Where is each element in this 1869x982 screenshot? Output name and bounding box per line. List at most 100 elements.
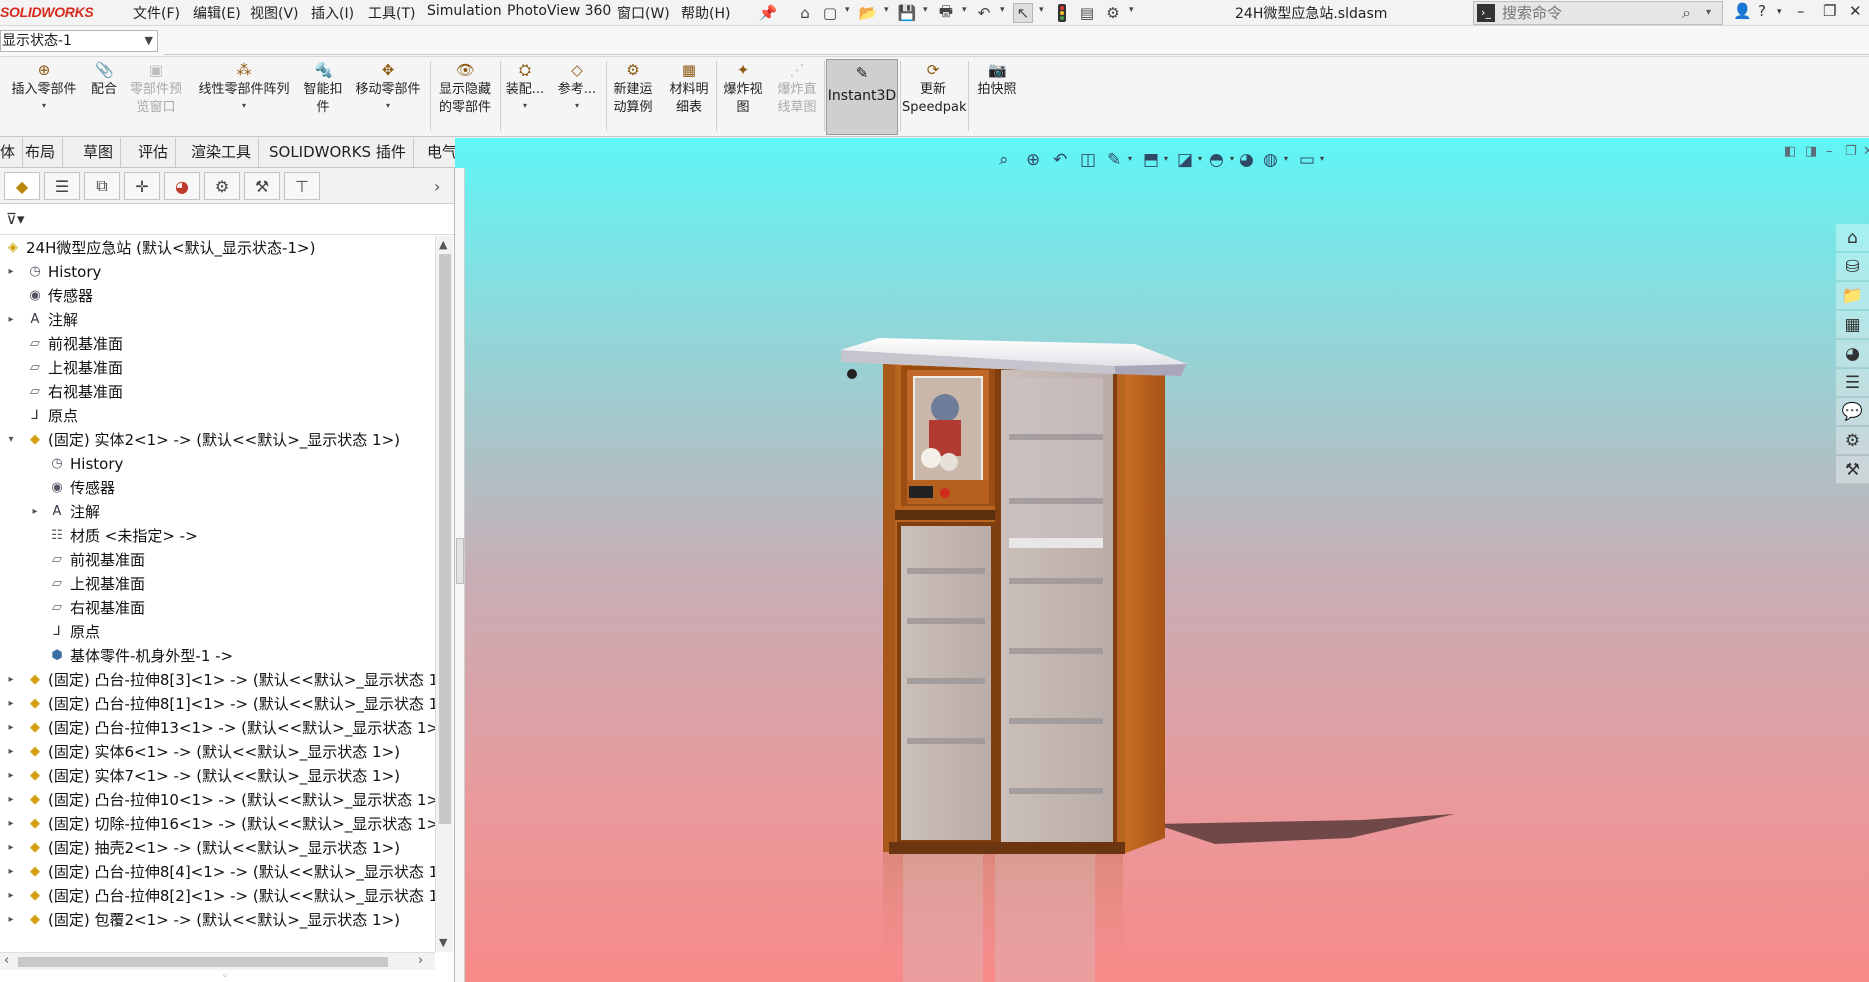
search-icon[interactable]: ⌕ <box>1682 3 1691 23</box>
rebuild-icon[interactable] <box>1052 3 1072 23</box>
scroll-left-icon[interactable]: ‹ <box>4 953 9 968</box>
tree-item[interactable]: ⬢ 基体零件-机身外型-1 -> <box>0 644 435 668</box>
ribbon-button-1[interactable]: 📎 配合 <box>88 61 120 99</box>
chevron-down-icon[interactable]: ▾ <box>1128 154 1132 163</box>
dimxpert-icon[interactable]: ✛ <box>124 172 160 200</box>
expand-arrow-icon[interactable]: ▸ <box>6 884 16 908</box>
file-properties-icon[interactable]: ▤ <box>1077 3 1097 23</box>
expand-arrow-icon[interactable]: ▸ <box>6 260 16 284</box>
viewport-minimize-icon[interactable]: – <box>1826 144 1833 159</box>
forum-icon[interactable]: 💬 <box>1836 398 1869 426</box>
ribbon-button-8[interactable]: ◇ 参考... ▾ <box>552 61 602 111</box>
user-icon[interactable]: 👤 <box>1733 2 1752 20</box>
minimize-icon[interactable]: – <box>1797 2 1805 20</box>
new-document-icon[interactable]: ▢ <box>820 3 840 23</box>
options-dropdown-icon[interactable]: ▾ <box>1129 5 1134 15</box>
section-view-icon[interactable]: ◫ <box>1080 150 1096 170</box>
expand-arrow-icon[interactable]: ▸ <box>30 500 40 524</box>
expand-arrow-icon[interactable]: ▸ <box>6 908 16 932</box>
menu-item-7[interactable]: 窗口(W) <box>617 3 670 23</box>
chevron-down-icon[interactable]: ▾ <box>502 101 548 111</box>
chevron-down-icon[interactable]: ▼ <box>145 31 153 51</box>
splitter-handle[interactable] <box>456 538 464 584</box>
tree-item[interactable]: ▸ ◆ (固定) 包覆2<1> -> (默认<<默认>_显示状态 1>) <box>0 908 435 932</box>
ribbon-button-14[interactable]: ⟳ 更新 Speedpak <box>902 61 967 117</box>
expand-arrow-icon[interactable]: ▸ <box>6 308 16 332</box>
home-icon[interactable]: ⌂ <box>795 3 815 23</box>
design-library-icon[interactable]: ⛁ <box>1836 253 1869 281</box>
tab-4[interactable]: 渲染工具 <box>184 138 260 167</box>
expand-arrow-icon[interactable]: ▸ <box>6 716 16 740</box>
undo-dropdown-icon[interactable]: ▾ <box>1000 5 1005 15</box>
menu-item-0[interactable]: 文件(F) <box>133 3 180 23</box>
ribbon-button-5[interactable]: ✥ 移动零部件 ▾ <box>350 61 426 111</box>
ribbon-button-2[interactable]: ▣ 零部件预 览窗口 <box>126 61 186 117</box>
tab-5[interactable]: SOLIDWORKS 插件 <box>262 138 414 167</box>
undo-icon[interactable]: ↶ <box>974 3 994 23</box>
tab-1[interactable]: 布局 <box>18 138 64 167</box>
scroll-right-icon[interactable]: › <box>418 953 423 968</box>
property-manager-icon[interactable]: ☰ <box>44 172 80 200</box>
feature-manager-icon[interactable]: ◆ <box>4 172 40 200</box>
help-icon[interactable]: ? <box>1758 2 1766 20</box>
expand-arrow-icon[interactable]: ▸ <box>6 668 16 692</box>
tree-item[interactable]: ▱ 右视基准面 <box>0 596 435 620</box>
menu-item-5[interactable]: Simulation <box>427 3 502 19</box>
filter-icon[interactable]: ⊽▾ <box>6 210 25 228</box>
panel-splitter[interactable] <box>455 168 465 982</box>
cam-operation-icon[interactable]: ⚒ <box>244 172 280 200</box>
tree-item[interactable]: ▸ ◆ (固定) 实体6<1> -> (默认<<默认>_显示状态 1>) <box>0 740 435 764</box>
menu-item-6[interactable]: PhotoView 360 <box>507 3 611 19</box>
hide-show-items-icon[interactable]: ◓ <box>1209 150 1224 170</box>
tree-item[interactable]: ◷ History <box>0 452 435 476</box>
display-style-icon[interactable]: ◪ <box>1177 150 1193 170</box>
tree-item[interactable]: ☷ 材质 <未指定> -> <box>0 524 435 548</box>
tree-item[interactable]: ▸ ◆ (固定) 凸台-拉伸8[1]<1> -> (默认<<默认>_显示状态 1> <box>0 692 435 716</box>
display-manager-icon[interactable]: ◕ <box>164 172 200 200</box>
chevron-down-icon[interactable]: ▾ <box>1198 154 1202 163</box>
solidworks-resources-icon[interactable]: ⌂ <box>1836 224 1869 252</box>
expand-arrow-icon[interactable]: ▸ <box>6 692 16 716</box>
solidworks-logo[interactable]: SOLIDWORKS <box>0 4 94 20</box>
chevron-down-icon[interactable]: ▾ <box>192 101 296 111</box>
search-commands-input[interactable] <box>1502 3 1672 23</box>
zoom-to-area-icon[interactable]: ⊕ <box>1026 150 1040 170</box>
menu-item-3[interactable]: 插入(I) <box>311 3 354 23</box>
viewport-close-icon[interactable]: ✕ <box>1863 144 1869 159</box>
apply-scene-icon[interactable]: ◍ <box>1263 150 1278 170</box>
chevron-down-icon[interactable]: ▾ <box>350 101 426 111</box>
ribbon-button-15[interactable]: 📷 拍快照 <box>972 61 1022 99</box>
tree-item[interactable]: ▸ ◆ (固定) 凸台-拉伸13<1> -> (默认<<默认>_显示状态 1>) <box>0 716 435 740</box>
expand-arrow-icon[interactable]: ▸ <box>6 740 16 764</box>
zoom-to-fit-icon[interactable]: ⌕ <box>999 150 1009 170</box>
viewport-restore-icon[interactable]: ❐ <box>1845 144 1857 159</box>
tree-item[interactable]: ▸ ◷ History <box>0 260 435 284</box>
ribbon-button-10[interactable]: ▦ 材料明 细表 <box>664 61 714 117</box>
ribbon-button-11[interactable]: ✦ 爆炸视 图 <box>718 61 768 117</box>
tree-item[interactable]: ▸ ◆ (固定) 凸台-拉伸8[2]<1> -> (默认<<默认>_显示状态 1> <box>0 884 435 908</box>
edit-appearance-icon[interactable]: ◕ <box>1239 150 1254 170</box>
tree-item[interactable]: ▱ 上视基准面 <box>0 356 435 380</box>
tree-item[interactable]: ▾ ◆ (固定) 实体2<1> -> (默认<<默认>_显示状态 1>) <box>0 428 435 452</box>
instant3d-button[interactable]: ✎ Instant3D <box>826 59 898 135</box>
tab-3[interactable]: 评估 <box>131 138 177 167</box>
tree-item[interactable]: ▸ ◆ (固定) 凸台-拉伸10<1> -> (默认<<默认>_显示状态 1>) <box>0 788 435 812</box>
scroll-up-icon[interactable]: ▲ <box>439 238 447 251</box>
cabinet-model[interactable] <box>455 138 1869 982</box>
menu-item-8[interactable]: 帮助(H) <box>681 3 730 23</box>
tree-horizontal-scrollbar[interactable]: ‹ › <box>0 952 435 970</box>
restore-icon[interactable]: ❐ <box>1823 2 1836 20</box>
save-icon[interactable]: 💾 <box>897 3 917 23</box>
ribbon-button-4[interactable]: 🔩 智能扣 件 <box>300 61 346 117</box>
pin-icon[interactable]: 📌 <box>758 3 778 23</box>
chevron-down-icon[interactable]: ▾ <box>1320 154 1324 163</box>
cam-tool-icon[interactable]: ⊤ <box>284 172 320 200</box>
scroll-down-icon[interactable]: ▼ <box>439 936 447 949</box>
tree-item[interactable]: ▸ A 注解 <box>0 308 435 332</box>
tree-item[interactable]: ▱ 右视基准面 <box>0 380 435 404</box>
expand-arrow-icon[interactable]: ▸ <box>6 788 16 812</box>
command-prompt-icon[interactable]: ›_ <box>1477 4 1495 22</box>
new-document-dropdown-icon[interactable]: ▾ <box>845 5 850 15</box>
options-icon[interactable]: ⚙ <box>1103 3 1123 23</box>
chevron-down-icon[interactable]: ▾ <box>8 101 80 111</box>
